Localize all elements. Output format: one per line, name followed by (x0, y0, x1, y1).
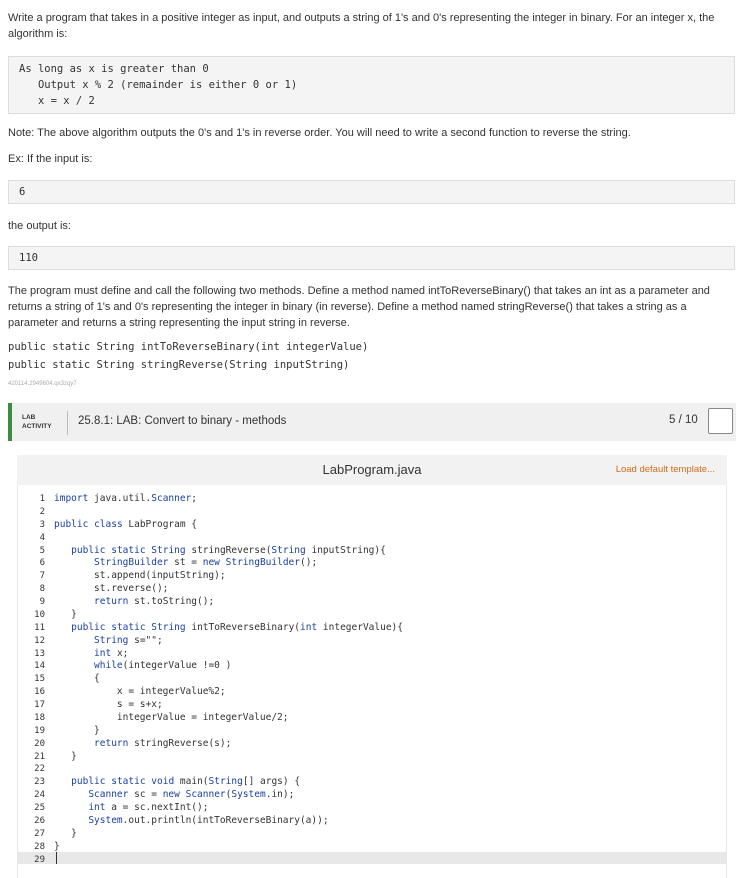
intro-text: Write a program that takes in a positive… (8, 12, 715, 40)
line-number: 21 (34, 751, 45, 762)
line-number: 27 (34, 828, 45, 839)
code-line[interactable]: st.reverse(); (54, 583, 724, 596)
line-number: 14 (34, 661, 45, 672)
code-editor[interactable]: 1 2 3 4 5 6 7 8 9 10 11 12 13 14 15 16 17 18 19 20 21 22 23 24 2… (17, 485, 727, 878)
editor-header: LabProgram.java Load default template... (17, 455, 727, 485)
lab-activity-header: LAB ACTIVITY 25.8.1: LAB: Convert to bin… (8, 403, 736, 441)
line-number: 9 (39, 597, 45, 607)
line-number-gutter: 1 2 3 4 5 6 7 8 9 10 11 12 13 14 15 16 17 18 19 20 21 22 23 24 2… (18, 493, 48, 866)
load-default-template-link[interactable]: Load default template... (616, 464, 715, 475)
line-number: 20 (34, 738, 45, 749)
code-line[interactable]: public static String intToReverseBinary(… (54, 622, 724, 635)
algorithm-line: x = x / 2 (19, 95, 95, 107)
code-line[interactable]: } (54, 841, 724, 854)
line-number: 24 (34, 790, 45, 801)
code-line[interactable]: public static void main(String[] args) { (54, 776, 724, 789)
code-line[interactable]: x = integerValue%2; (54, 686, 724, 699)
code-line[interactable] (54, 854, 724, 867)
code-line[interactable]: return st.toString(); (54, 596, 724, 609)
line-number: 3 (39, 519, 45, 530)
algorithm-line: Output x % 2 (remainder is either 0 or 1… (19, 79, 298, 91)
note-text: Note: The above algorithm outputs the 0'… (8, 127, 631, 139)
code-line[interactable] (54, 532, 724, 545)
line-number: 13 (34, 648, 45, 659)
line-number: 29 (34, 854, 45, 865)
code-line[interactable]: import java.util.Scanner; (54, 493, 724, 506)
line-number: 6 (39, 558, 45, 569)
code-line[interactable]: } (54, 751, 724, 764)
line-number: 4 (39, 532, 45, 543)
code-line[interactable]: while(integerValue !=0 ) (54, 660, 724, 673)
line-number: 7 (39, 571, 45, 582)
code-line[interactable]: StringBuilder st = new StringBuilder(); (54, 557, 724, 570)
code-line[interactable] (54, 763, 724, 776)
lab-title: 25.8.1: LAB: Convert to binary - methods (78, 415, 287, 427)
line-number: 19 (34, 725, 45, 736)
example-output-box: 110 (8, 246, 735, 270)
code-line[interactable]: integerValue = integerValue/2; (54, 712, 724, 725)
code-area[interactable]: import java.util.Scanner; public class La… (54, 493, 724, 866)
line-number: 17 (34, 700, 45, 710)
line-number: 28 (34, 841, 45, 852)
line-number: 12 (34, 635, 45, 646)
output-label: the output is: (8, 220, 71, 232)
line-number: 18 (34, 712, 45, 723)
text-cursor (56, 852, 57, 864)
code-line[interactable]: } (54, 725, 724, 738)
code-line[interactable]: return stringReverse(s); (54, 738, 724, 751)
code-line[interactable]: System.out.println(intToReverseBinary(a)… (54, 815, 724, 828)
example-input-box: 6 (8, 180, 735, 204)
score-completion-icon (708, 408, 733, 434)
line-number: 15 (34, 674, 45, 685)
code-line[interactable]: String s=""; (54, 635, 724, 648)
code-line[interactable]: int x; (54, 648, 724, 661)
code-line[interactable]: public static String stringReverse(Strin… (54, 545, 724, 558)
line-number: 2 (39, 506, 45, 517)
algorithm-box: As long as x is greater than 0 Output x … (8, 56, 735, 114)
line-number: 8 (39, 584, 45, 595)
lab-badge-line: ACTIVITY (22, 423, 52, 430)
example-label: Ex: If the input is: (8, 153, 93, 165)
line-number: 11 (34, 622, 45, 633)
lab-score: 5 / 10 (669, 414, 698, 426)
code-line[interactable] (54, 506, 724, 519)
item-id: 420114.2949604.qx3zqy7 (8, 381, 77, 387)
line-number: 26 (34, 815, 45, 826)
code-line[interactable]: s = s+x; (54, 699, 724, 712)
line-number: 16 (34, 687, 45, 698)
lab-badge-line: LAB (22, 414, 36, 421)
code-line[interactable]: public class LabProgram { (54, 519, 724, 532)
algorithm-line: As long as x is greater than 0 (19, 63, 209, 75)
code-line[interactable]: { (54, 673, 724, 686)
line-number: 23 (34, 777, 45, 788)
methods-description: The program must define and call the fol… (8, 285, 710, 329)
code-line[interactable]: } (54, 828, 724, 841)
method-signature: public static String intToReverseBinary(… (8, 341, 369, 353)
method-signature: public static String stringReverse(Strin… (8, 359, 350, 371)
lab-accent-bar (8, 403, 12, 441)
code-line[interactable]: st.append(inputString); (54, 570, 724, 583)
line-number: 5 (39, 545, 45, 556)
line-number: 22 (34, 764, 45, 775)
code-line[interactable]: Scanner sc = new Scanner(System.in); (54, 789, 724, 802)
code-line[interactable]: int a = sc.nextInt(); (54, 802, 724, 815)
lab-header-divider (67, 411, 68, 435)
line-number: 1 (39, 494, 45, 504)
line-number: 25 (34, 803, 45, 813)
lab-activity-badge: LAB ACTIVITY (22, 413, 52, 431)
line-number: 10 (34, 609, 45, 620)
code-line[interactable]: } (54, 609, 724, 622)
